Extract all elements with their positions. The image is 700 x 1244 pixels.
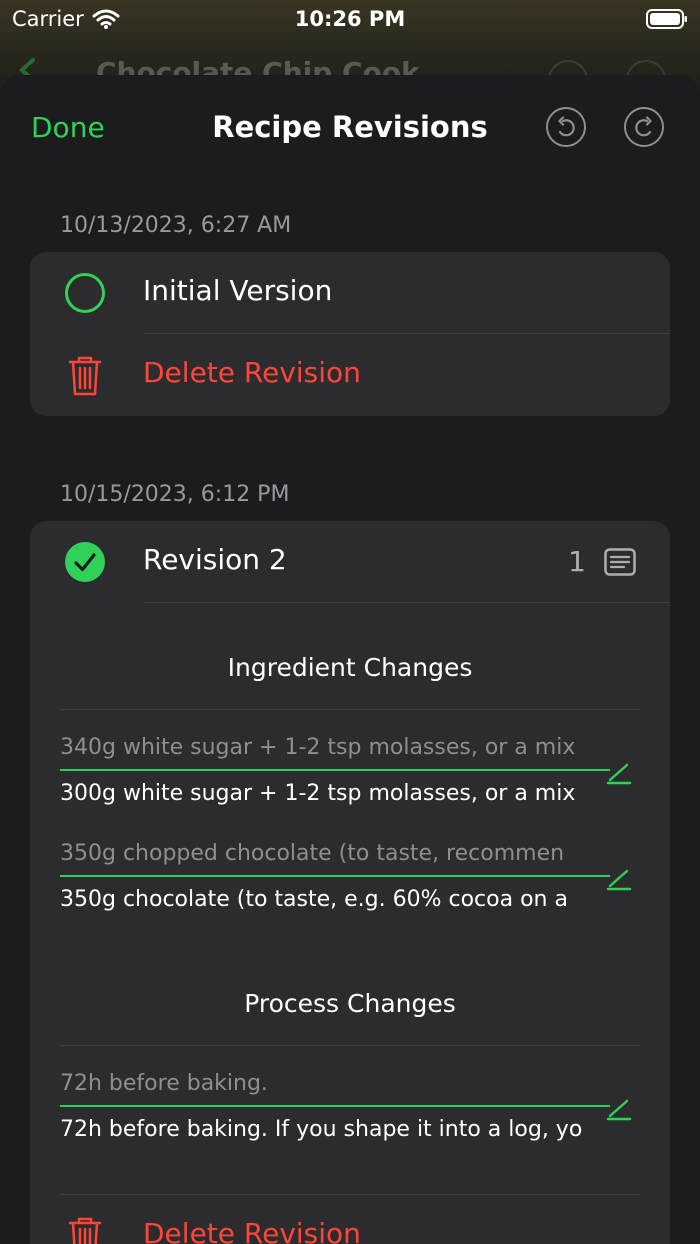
change-underline [60, 769, 610, 771]
edit-pencil-icon[interactable] [606, 1095, 632, 1121]
delete-revision-button[interactable]: Delete Revision [30, 334, 670, 416]
revision-row[interactable]: Initial Version [30, 252, 670, 334]
new-process-text: 72h before baking. If you shape it into … [60, 1117, 583, 1142]
process-changes-title: Process Changes [244, 989, 456, 1018]
trash-icon [68, 356, 102, 396]
status-time: 10:26 PM [294, 7, 406, 31]
new-ingredient-text: 350g chocolate (to taste, e.g. 60% cocoa… [60, 887, 568, 912]
revision-name: Initial Version [143, 274, 333, 307]
battery-icon [646, 9, 687, 29]
process-change-item: 72h before baking. 72h before baking. If… [60, 1067, 610, 1153]
undo-button[interactable] [546, 107, 586, 147]
checkmark-circle-icon [65, 542, 105, 582]
notes-icon[interactable] [604, 548, 636, 576]
section-divider [60, 1045, 640, 1046]
unselected-circle-icon [65, 273, 105, 313]
old-ingredient-text: 350g chopped chocolate (to taste, recomm… [60, 841, 565, 866]
ingredient-change-item: 350g chopped chocolate (to taste, recomm… [60, 837, 610, 923]
edit-pencil-icon[interactable] [606, 759, 632, 785]
new-ingredient-text: 300g white sugar + 1-2 tsp molasses, or … [60, 781, 576, 806]
change-underline [60, 875, 610, 877]
old-process-text: 72h before baking. [60, 1071, 268, 1096]
delete-revision-label: Delete Revision [143, 1217, 361, 1244]
change-underline [60, 1105, 610, 1107]
revisions-sheet: Done Recipe Revisions 10/13/2023, 6:27 A… [0, 75, 700, 1244]
edit-pencil-icon[interactable] [606, 865, 632, 891]
revision-name: Revision 2 [143, 543, 287, 576]
ingredient-change-item: 340g white sugar + 1-2 tsp molasses, or … [60, 731, 610, 817]
revision-card: Revision 2 1 Ingredient Changes 340g whi… [30, 521, 670, 1244]
old-ingredient-text: 340g white sugar + 1-2 tsp molasses, or … [60, 735, 576, 760]
delete-revision-label: Delete Revision [143, 356, 361, 389]
status-bar: Carrier 10:26 PM [0, 0, 700, 40]
ingredient-changes-title: Ingredient Changes [227, 653, 473, 682]
section-divider [60, 709, 640, 710]
trash-icon [68, 1217, 102, 1244]
undo-icon [558, 116, 575, 137]
sheet-title: Recipe Revisions [212, 110, 488, 144]
delete-revision-button[interactable]: Delete Revision [30, 1195, 670, 1244]
redo-icon [635, 116, 652, 137]
revision-date: 10/13/2023, 6:27 AM [60, 213, 292, 238]
revision-date: 10/15/2023, 6:12 PM [60, 482, 290, 507]
revision-row[interactable]: Revision 2 1 [30, 521, 670, 603]
row-divider [143, 602, 670, 603]
redo-button[interactable] [624, 107, 664, 147]
revision-card: Initial Version Delete Revision [30, 252, 670, 416]
note-count: 1 [568, 545, 586, 578]
